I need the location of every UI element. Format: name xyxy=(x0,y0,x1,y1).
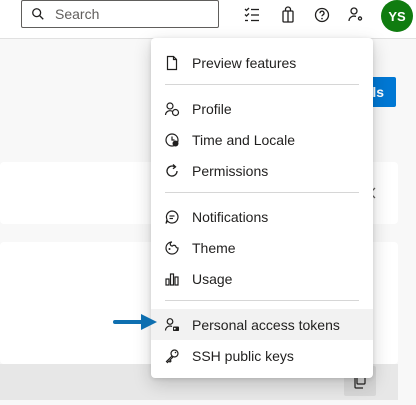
menu-divider xyxy=(165,192,359,193)
user-settings-menu: Preview features Profile Time and Locale… xyxy=(151,38,373,378)
menu-item-label: Personal access tokens xyxy=(192,316,340,333)
menu-item-label: Permissions xyxy=(192,162,269,179)
ssh-keys-icon xyxy=(165,348,179,363)
menu-item-usage[interactable]: Usage xyxy=(151,263,373,294)
menu-item-label: Theme xyxy=(192,239,236,256)
menu-item-ssh-public-keys[interactable]: SSH public keys xyxy=(151,340,373,371)
menu-divider xyxy=(165,84,359,85)
menu-item-time-and-locale[interactable]: Time and Locale xyxy=(151,124,373,155)
task-list-icon[interactable] xyxy=(243,6,261,24)
menu-item-label: SSH public keys xyxy=(192,347,294,364)
search-input[interactable] xyxy=(53,5,207,23)
permissions-icon xyxy=(166,163,178,177)
help-icon[interactable] xyxy=(313,6,331,24)
top-bar: YS xyxy=(0,0,416,39)
theme-icon xyxy=(165,240,179,255)
menu-item-label: Usage xyxy=(192,270,233,287)
menu-item-profile[interactable]: Profile xyxy=(151,93,373,124)
search-box[interactable] xyxy=(21,0,219,28)
menu-item-theme[interactable]: Theme xyxy=(151,232,373,263)
time-locale-icon xyxy=(165,132,179,147)
menu-item-label: Preview features xyxy=(192,54,297,71)
profile-icon xyxy=(164,101,180,116)
menu-divider xyxy=(165,300,359,301)
avatar[interactable]: YS xyxy=(381,0,413,32)
menu-item-label: Notifications xyxy=(192,208,269,225)
menu-item-notifications[interactable]: Notifications xyxy=(151,201,373,232)
pointer-arrow-icon xyxy=(113,314,157,330)
menu-item-label: Profile xyxy=(192,100,232,117)
usage-icon xyxy=(165,272,179,286)
personal-access-tokens-icon xyxy=(164,317,179,331)
search-icon xyxy=(32,8,44,20)
notifications-icon xyxy=(165,209,179,224)
menu-item-personal-access-tokens[interactable]: Personal access tokens xyxy=(151,309,373,340)
preview-features-icon xyxy=(166,55,178,70)
user-settings-icon[interactable] xyxy=(347,6,365,24)
menu-item-preview-features[interactable]: Preview features xyxy=(151,47,373,78)
menu-item-permissions[interactable]: Permissions xyxy=(151,155,373,186)
menu-item-label: Time and Locale xyxy=(192,131,295,148)
marketplace-bag-icon[interactable] xyxy=(279,6,297,24)
